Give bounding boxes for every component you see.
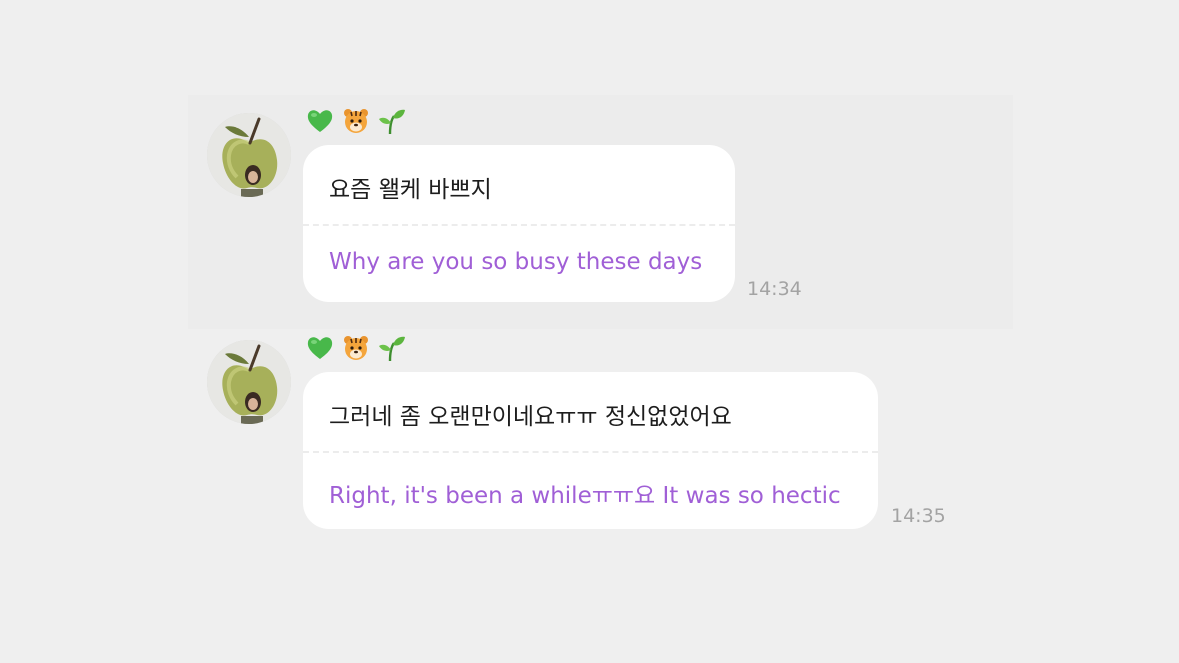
avatar[interactable]	[207, 340, 291, 424]
translated-message-text: Right, it's been a whileㅠㅠ요 It was so he…	[329, 483, 841, 509]
message-bubble[interactable]: 요즘 왤케 바쁘지 Why are you so busy these days	[303, 145, 735, 302]
seedling-icon	[379, 109, 405, 135]
tiger-face-icon	[344, 109, 368, 133]
original-message-text: 그러네 좀 오랜만이네요ㅠㅠ 정신없었어요	[329, 404, 732, 430]
tiger-face-icon	[344, 336, 368, 360]
avatar[interactable]	[207, 113, 291, 197]
message-timestamp: 14:34	[747, 278, 802, 300]
apple-avatar-icon	[207, 113, 291, 197]
green-heart-icon	[307, 337, 333, 359]
green-heart-icon	[307, 110, 333, 132]
translated-message-text: Why are you so busy these days	[329, 249, 703, 275]
sender-name-emojis	[305, 104, 407, 138]
message-bubble[interactable]: 그러네 좀 오랜만이네요ㅠㅠ 정신없었어요 Right, it's been a…	[303, 372, 878, 529]
translation-divider	[303, 451, 878, 453]
sender-name-emojis	[305, 331, 407, 365]
apple-avatar-icon	[207, 340, 291, 424]
original-message-text: 요즘 왤케 바쁘지	[329, 177, 492, 203]
message-timestamp: 14:35	[891, 505, 946, 527]
translation-divider	[303, 224, 735, 226]
seedling-icon	[379, 336, 405, 362]
